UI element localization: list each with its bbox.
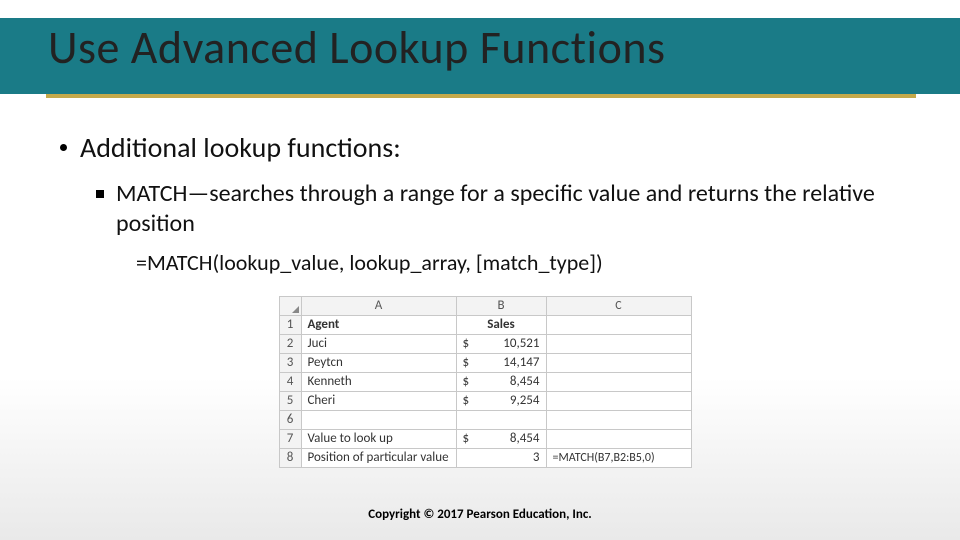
- cell: [546, 315, 691, 334]
- bullet-level-1: Additional lookup functions:: [60, 130, 910, 165]
- cell: [546, 334, 691, 353]
- bullet-dot-icon: [60, 144, 67, 151]
- row-num: 3: [279, 353, 301, 372]
- cell: Sales: [456, 315, 546, 334]
- cell: $8,454: [456, 429, 546, 448]
- cell: $8,454: [456, 372, 546, 391]
- col-header-c: C: [546, 296, 691, 315]
- cell: $10,521: [456, 334, 546, 353]
- row-num: 8: [279, 448, 301, 467]
- row-num: 7: [279, 429, 301, 448]
- value: 8,454: [510, 431, 540, 446]
- cell: [546, 410, 691, 429]
- bullet-level-2: MATCH—searches through a range for a spe…: [96, 179, 910, 239]
- cell-formula: =MATCH(B7,B2:B5,0): [546, 448, 691, 467]
- cell: [546, 429, 691, 448]
- cell: Agent: [301, 315, 456, 334]
- value: 10,521: [503, 336, 539, 351]
- bullet-level-1-text: Additional lookup functions:: [80, 130, 401, 165]
- cell: Kenneth: [301, 372, 456, 391]
- value: 9,254: [510, 393, 540, 408]
- cell: [546, 353, 691, 372]
- table-row: 7 Value to look up $8,454: [279, 429, 691, 448]
- spreadsheet-wrap: A B C 1 Agent Sales 2 Juci $10,521: [60, 296, 910, 468]
- bullet-square-icon: [96, 190, 104, 198]
- row-num: 5: [279, 391, 301, 410]
- col-header-b: B: [456, 296, 546, 315]
- cell: [546, 372, 691, 391]
- row-num: 2: [279, 334, 301, 353]
- slide-title: Use Advanced Lookup Functions: [48, 20, 666, 76]
- cell: Value to look up: [301, 429, 456, 448]
- row-num: 1: [279, 315, 301, 334]
- bullet-level-2-text: MATCH—searches through a range for a spe…: [116, 179, 875, 238]
- cell: Cheri: [301, 391, 456, 410]
- value: 3: [533, 450, 540, 465]
- value: 14,147: [503, 355, 539, 370]
- row-num: 4: [279, 372, 301, 391]
- currency: $: [463, 393, 470, 408]
- cell: Position of particular value: [301, 448, 456, 467]
- formula-syntax: =MATCH(lookup_value, lookup_array, [matc…: [136, 249, 603, 276]
- row-num: 6: [279, 410, 301, 429]
- table-row: 4 Kenneth $8,454: [279, 372, 691, 391]
- title-underline: [46, 94, 916, 98]
- cell: [546, 391, 691, 410]
- cell: [301, 410, 456, 429]
- cell: 3: [456, 448, 546, 467]
- table-row: 1 Agent Sales: [279, 315, 691, 334]
- table-row: 3 Peytcn $14,147: [279, 353, 691, 372]
- currency: $: [463, 336, 470, 351]
- currency: $: [463, 431, 470, 446]
- spreadsheet: A B C 1 Agent Sales 2 Juci $10,521: [279, 296, 692, 468]
- content-area: Additional lookup functions: MATCH—searc…: [60, 130, 910, 468]
- bullet-level-3: =MATCH(lookup_value, lookup_array, [matc…: [136, 249, 910, 278]
- cell: $9,254: [456, 391, 546, 410]
- slide: Use Advanced Lookup Functions Additional…: [0, 0, 960, 540]
- currency: $: [463, 355, 470, 370]
- select-all-corner: [279, 296, 301, 315]
- table-row: 2 Juci $10,521: [279, 334, 691, 353]
- col-header-a: A: [301, 296, 456, 315]
- value: 8,454: [510, 374, 540, 389]
- cell: $14,147: [456, 353, 546, 372]
- cell: [456, 410, 546, 429]
- table-row: 6: [279, 410, 691, 429]
- currency: $: [463, 374, 470, 389]
- cell: Peytcn: [301, 353, 456, 372]
- table-row: 5 Cheri $9,254: [279, 391, 691, 410]
- copyright-footer: Copyright © 2017 Pearson Education, Inc.: [0, 507, 960, 522]
- table-row: 8 Position of particular value 3 =MATCH(…: [279, 448, 691, 467]
- cell: Juci: [301, 334, 456, 353]
